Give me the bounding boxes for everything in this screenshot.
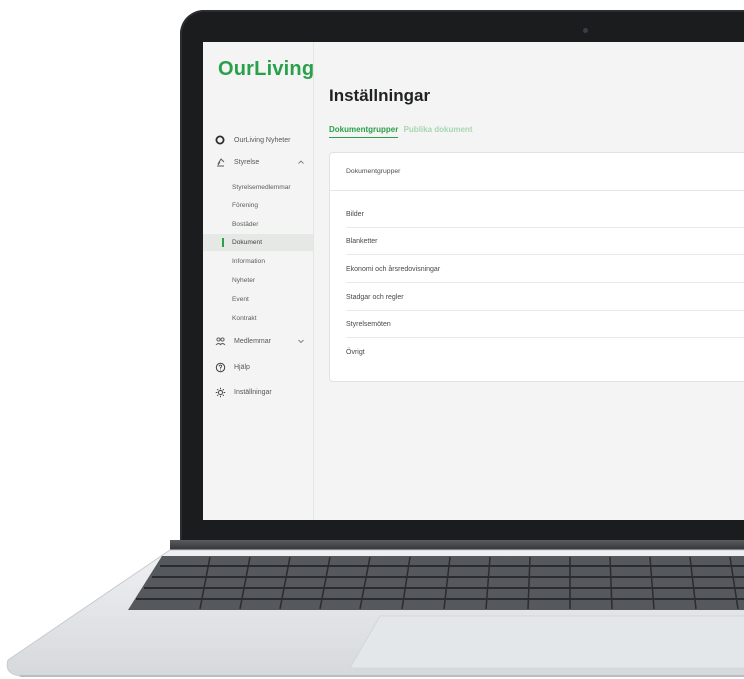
list-item-stadgar[interactable]: Stadgar och regler	[346, 284, 744, 311]
tabs: Dokumentgrupper Publika dokument	[329, 125, 475, 138]
page-title: Inställningar	[329, 86, 431, 105]
tab-publika-dokument[interactable]: Publika dokument	[404, 125, 473, 137]
list-item-blanketter[interactable]: Blanketter	[346, 228, 744, 255]
list-item-ekonomi[interactable]: Ekonomi och årsredovisningar	[346, 256, 744, 283]
list-item-ovrigt[interactable]: Övrigt	[346, 339, 744, 366]
sidebar-item-installningar[interactable]: Inställningar	[203, 383, 313, 401]
document-groups-card: Dokumentgrupper Bilder Blanketter Ekonom…	[329, 152, 744, 382]
sidebar-subitem-nyheter[interactable]: Nyheter	[203, 272, 313, 289]
card-header: Dokumentgrupper	[330, 153, 744, 191]
camera-dot	[583, 28, 588, 33]
app-screen: OurLiving OurLiving Nyheter Styrelse Sty…	[203, 42, 744, 520]
list-item-bilder[interactable]: Bilder	[346, 201, 744, 228]
sidebar-item-styrelse[interactable]: Styrelse	[203, 153, 313, 171]
chevron-up-icon[interactable]	[297, 158, 305, 166]
sidebar-subitem-dokument[interactable]: Dokument	[203, 234, 313, 251]
sidebar-item-ourliving-nyheter[interactable]: OurLiving Nyheter	[203, 131, 313, 149]
circle-logo-icon	[214, 134, 226, 146]
list-item-styrelsemoten[interactable]: Styrelsemöten	[346, 311, 744, 338]
sidebar-subitem-forening[interactable]: Förening	[203, 197, 313, 214]
sidebar-item-medlemmar[interactable]: Medlemmar	[203, 332, 313, 350]
app-logo[interactable]: OurLiving	[218, 58, 314, 81]
users-icon	[214, 335, 226, 347]
gear-icon	[214, 386, 226, 398]
gavel-icon	[214, 156, 226, 168]
sidebar-item-label: Medlemmar	[234, 337, 271, 345]
laptop-keyboard-deck	[0, 548, 744, 678]
sidebar-item-label: Styrelse	[234, 158, 260, 166]
sidebar-subitem-kontrakt[interactable]: Kontrakt	[203, 310, 313, 327]
sidebar-item-label: Inställningar	[234, 388, 272, 396]
sidebar-item-label: OurLiving Nyheter	[234, 136, 291, 144]
sidebar-subitem-bostader[interactable]: Bostäder	[203, 216, 313, 233]
sidebar-subitem-styrelsemedlemmar[interactable]: Styrelsemedlemmar	[203, 179, 313, 196]
sidebar: OurLiving OurLiving Nyheter Styrelse Sty…	[203, 42, 314, 520]
help-circle-icon	[214, 361, 226, 373]
chevron-down-icon[interactable]	[297, 337, 305, 345]
active-indicator	[222, 238, 224, 247]
sidebar-item-label: Hjälp	[234, 363, 250, 371]
sidebar-subitem-information[interactable]: Information	[203, 253, 313, 270]
sidebar-subitem-event[interactable]: Event	[203, 291, 313, 308]
sidebar-item-hjalp[interactable]: Hjälp	[203, 358, 313, 376]
tab-dokumentgrupper[interactable]: Dokumentgrupper	[329, 125, 399, 138]
